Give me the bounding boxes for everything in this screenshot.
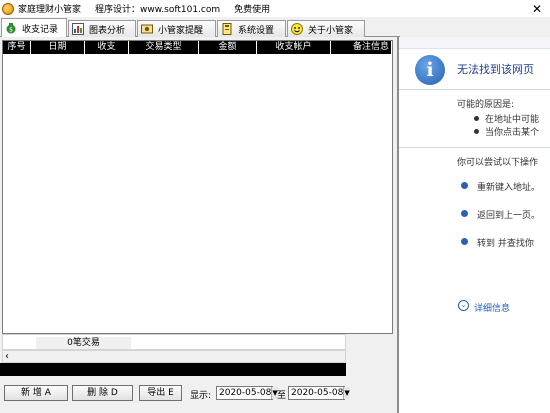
tab-label: 小管家提醒: [158, 25, 204, 36]
add-button[interactable]: 新 增 A: [4, 385, 68, 401]
money-bag-icon: $: [5, 22, 17, 34]
info-icon: i: [415, 55, 445, 85]
black-bar: [0, 363, 346, 376]
app-icon: [2, 2, 14, 15]
tab-settings[interactable]: 系统设置: [217, 20, 286, 37]
bullet-icon: [474, 129, 479, 134]
chart-icon: [72, 23, 84, 35]
reminder-icon: [141, 23, 153, 35]
tab-charts[interactable]: 图表分析: [68, 20, 136, 37]
bullet-icon: [461, 182, 468, 189]
close-window-button[interactable]: ✕: [524, 0, 550, 17]
chevron-down-icon[interactable]: ⌄: [458, 300, 469, 311]
bullet-icon: [461, 210, 468, 217]
table-header: 序号 日期 收支 交易类型 金额 收支帐户 备注信息: [3, 41, 392, 54]
window-title: 家庭理财小管家: [18, 5, 82, 15]
bullet-icon: [474, 116, 479, 121]
action-back[interactable]: 返回到上一页。: [477, 208, 540, 221]
col-header-account[interactable]: 收支帐户: [257, 41, 331, 54]
transaction-count: 0笔交易: [36, 337, 131, 349]
delete-button[interactable]: 删 除 D: [72, 385, 133, 401]
reason-item: 当你点击某个: [485, 128, 540, 138]
settings-icon: [221, 23, 233, 35]
transactions-table[interactable]: 序号 日期 收支 交易类型 金额 收支帐户 备注信息: [2, 40, 393, 334]
divider: [399, 147, 550, 148]
error-title: 无法找到该网页: [457, 63, 534, 76]
divider: [399, 89, 550, 90]
horizontal-scrollbar[interactable]: ‹: [2, 350, 346, 363]
tab-records[interactable]: $ 收支记录: [1, 18, 67, 37]
reasons-heading: 可能的原因是:: [457, 100, 515, 110]
date-to-value: 2020-05-08: [291, 388, 344, 398]
title-bar: 家庭理财小管家 程序设计：www.soft101.com 免费使用 ✕: [0, 0, 550, 17]
col-header-index[interactable]: 序号: [3, 41, 31, 54]
action-search[interactable]: 转到 并查找你: [477, 236, 534, 249]
to-label: 至: [277, 391, 287, 401]
action-retype[interactable]: 重新键入地址。: [477, 180, 540, 193]
svg-text:$: $: [9, 27, 13, 34]
date-from-picker[interactable]: 2020-05-08 ▼: [216, 386, 278, 400]
tab-label: 图表分析: [89, 25, 126, 36]
bullet-icon: [461, 238, 468, 245]
tab-label: 收支记录: [22, 24, 59, 35]
free-text: 免费使用: [234, 5, 271, 15]
col-header-category[interactable]: 交易类型: [129, 41, 199, 54]
designer-text: 程序设计：www.soft101.com: [95, 5, 221, 15]
col-header-amount[interactable]: 金额: [199, 41, 257, 54]
tab-label: 关于小管家: [308, 25, 354, 36]
tab-about[interactable]: 关于小管家: [287, 20, 365, 37]
col-header-type[interactable]: 收支: [85, 41, 129, 54]
col-header-note[interactable]: 备注信息: [331, 41, 392, 54]
display-label: 显示:: [190, 391, 212, 401]
try-heading: 你可以尝试以下操作: [457, 158, 539, 168]
tab-bar: $ 收支记录 图表分析 小管家提醒 系统设置 关于小管家: [0, 17, 400, 37]
summary-row: 0笔交易: [2, 334, 346, 350]
col-header-date[interactable]: 日期: [31, 41, 85, 54]
date-to-picker[interactable]: 2020-05-08 ▼: [288, 386, 350, 400]
tab-reminders[interactable]: 小管家提醒: [137, 20, 216, 37]
web-error-pane: i 无法找到该网页 可能的原因是: 在地址中可能 当你点击某个 你可以尝试以下操…: [397, 37, 550, 413]
export-button[interactable]: 导出 E: [139, 385, 182, 401]
date-from-value: 2020-05-08: [219, 388, 272, 398]
dropdown-arrow-icon[interactable]: ▼: [343, 387, 350, 399]
smiley-icon: [291, 23, 303, 35]
details-link[interactable]: 详细信息: [474, 301, 510, 314]
web-top-bar: [399, 37, 550, 49]
tab-label: 系统设置: [238, 25, 275, 36]
reason-item: 在地址中可能: [485, 115, 540, 125]
scroll-left-icon[interactable]: ‹: [5, 351, 9, 362]
